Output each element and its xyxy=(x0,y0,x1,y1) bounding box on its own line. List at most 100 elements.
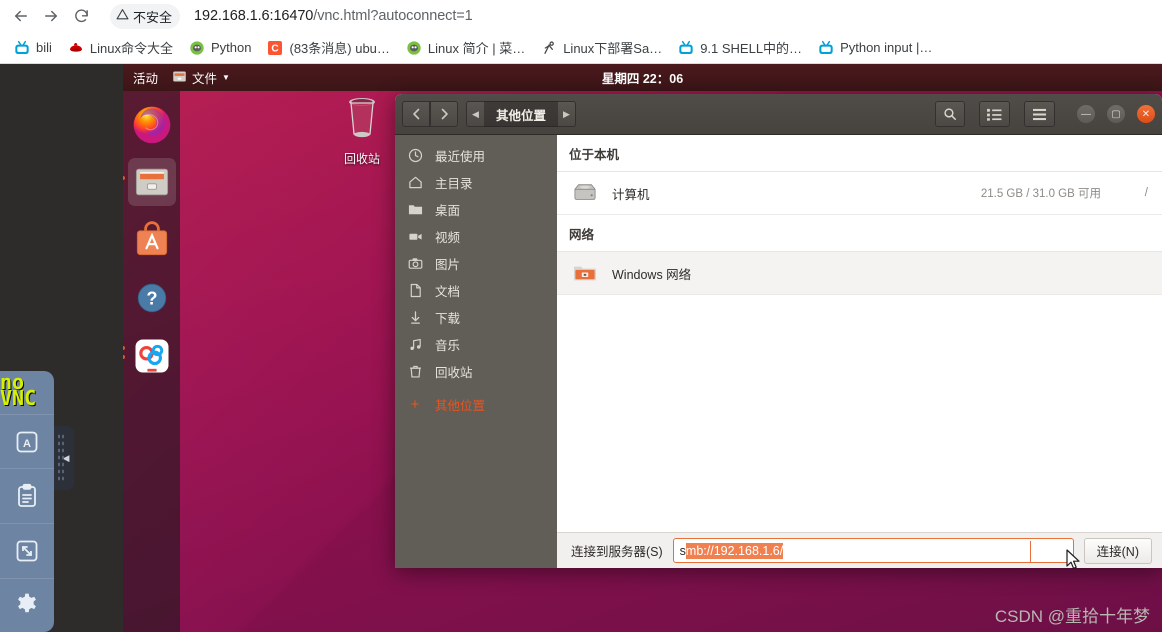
clock-text: 星期四 22：06 xyxy=(601,72,684,86)
desktop-folder-icon xyxy=(407,202,423,217)
music-icon xyxy=(407,337,423,352)
bilibili-icon xyxy=(14,40,30,56)
files-window-body: 最近使用 主目录 桌面 视频 图片 文档 下载 音乐 回收站 + 其他位置 位于… xyxy=(395,135,1162,568)
bookmark-label: (83条消息) ubu… xyxy=(289,41,390,56)
bookmark-python[interactable]: Python xyxy=(181,37,259,59)
security-status-chip[interactable]: 不安全 xyxy=(110,3,181,29)
bilibili-icon xyxy=(818,40,834,56)
maximize-icon[interactable]: ▢ xyxy=(1107,105,1125,123)
connect-button-label: 连接(N) xyxy=(1096,545,1139,559)
crumb-right-arrow-icon[interactable]: ▶ xyxy=(558,101,577,127)
fullscreen-icon[interactable] xyxy=(0,522,54,578)
help-icon: ? xyxy=(130,276,174,320)
bookmark-shell-chapter[interactable]: 9.1 SHELL中的… xyxy=(670,35,810,60)
bookmark-label: Linux 简介 | 菜… xyxy=(427,41,526,56)
files-main-pane: 位于本机 计算机 21.5 GB / 31.0 GB 可用 / 网络 Windo… xyxy=(557,135,1162,568)
table-row[interactable]: Windows 网络 xyxy=(557,252,1162,295)
download-icon xyxy=(407,310,423,325)
minimize-icon[interactable]: — xyxy=(1077,105,1095,123)
ubuntu-software-icon xyxy=(130,218,174,262)
sidebar-item-label: 图片 xyxy=(435,258,461,272)
activities-label: 活动 xyxy=(133,72,159,86)
sidebar-item-other-locations[interactable]: + 其他位置 xyxy=(395,391,557,418)
vnc-viewport[interactable]: 活动 文件 ▼ 星期四 22：06 ? 回收站 ◀ 其他位置 ▶ — ▢ ✕ 最… xyxy=(0,64,1162,632)
files-view-toggle-button[interactable] xyxy=(979,101,1010,127)
row-mount-point: / xyxy=(1144,187,1148,199)
panel-clock[interactable]: 星期四 22：06 xyxy=(123,64,1162,91)
plus-icon: + xyxy=(410,396,420,413)
home-icon xyxy=(407,175,423,190)
row-name: 计算机 xyxy=(612,187,650,202)
server-input-selection: mb://192.168.1.6/ xyxy=(685,542,784,559)
sidebar-item-desktop[interactable]: 桌面 xyxy=(395,196,557,223)
connect-to-server-label: 连接到服务器(S) xyxy=(571,545,663,559)
bookmark-csdn-article[interactable]: C (83条消息) ubu… xyxy=(259,35,397,60)
drag-dots-icon xyxy=(57,433,64,483)
dock-item-firefox[interactable] xyxy=(128,100,176,148)
ubuntu-desktop[interactable]: 活动 文件 ▼ 星期四 22：06 ? 回收站 ◀ 其他位置 ▶ — ▢ ✕ 最… xyxy=(123,64,1162,632)
clipboard-icon[interactable] xyxy=(0,468,54,523)
files-menu-button[interactable] xyxy=(1024,101,1055,127)
files-back-button[interactable] xyxy=(402,101,430,127)
sidebar-item-home[interactable]: 主目录 xyxy=(395,169,557,196)
table-row[interactable]: 计算机 21.5 GB / 31.0 GB 可用 / xyxy=(557,172,1162,215)
bookmark-bili[interactable]: bili xyxy=(6,37,60,59)
address-bar-url[interactable]: 192.168.1.6:16470/vnc.html?autoconnect=1 xyxy=(194,8,473,24)
sidebar-item-trash[interactable]: 回收站 xyxy=(395,358,557,385)
sidebar-item-label: 其他位置 xyxy=(435,399,486,413)
sidebar-item-label: 主目录 xyxy=(435,177,473,191)
novnc-logo: no VNC xyxy=(0,371,54,414)
trash-icon xyxy=(407,364,423,379)
dock-item-files[interactable] xyxy=(123,158,176,206)
files-search-button[interactable] xyxy=(935,101,965,127)
dock-item-ubuntu-software[interactable] xyxy=(128,216,176,264)
app-menu-files[interactable]: 文件 ▼ xyxy=(172,68,230,87)
desktop-icon-trash[interactable]: 回收站 xyxy=(328,94,396,167)
sidebar-item-label: 回收站 xyxy=(435,366,473,380)
sidebar-item-label: 视频 xyxy=(435,231,461,245)
sidebar-item-pictures[interactable]: 图片 xyxy=(395,250,557,277)
server-address-input[interactable]: s mb://192.168.1.6/ xyxy=(672,538,1074,563)
files-list-scroll[interactable]: 位于本机 计算机 21.5 GB / 31.0 GB 可用 / 网络 Windo… xyxy=(557,135,1162,532)
sidebar-item-recent[interactable]: 最近使用 xyxy=(395,142,557,169)
sidebar-item-documents[interactable]: 文档 xyxy=(395,277,557,304)
python-site-icon xyxy=(189,40,205,56)
keyboard-icon[interactable]: A xyxy=(0,413,54,469)
files-forward-button[interactable] xyxy=(430,101,458,127)
bookmark-python-input[interactable]: Python input |… xyxy=(810,37,940,59)
breadcrumb-current[interactable]: 其他位置 xyxy=(484,101,559,127)
bookmark-linux-commands[interactable]: Linux命令大全 xyxy=(60,35,181,60)
sidebar-item-downloads[interactable]: 下载 xyxy=(395,304,557,331)
browser-nav-bar: 不安全 192.168.1.6:16470/vnc.html?autoconne… xyxy=(0,0,1162,32)
close-icon[interactable]: ✕ xyxy=(1137,105,1155,123)
novnc-panel-handle[interactable]: ◀ xyxy=(54,426,74,490)
forward-button[interactable] xyxy=(36,2,66,30)
bookmark-label: Linux下部署Sa… xyxy=(563,41,663,56)
files-sidebar: 最近使用 主目录 桌面 视频 图片 文档 下载 音乐 回收站 + 其他位置 xyxy=(395,135,557,568)
sidebar-item-label: 最近使用 xyxy=(435,150,486,164)
dock-item-help[interactable]: ? xyxy=(128,274,176,322)
back-button[interactable] xyxy=(6,2,36,30)
bilibili-icon xyxy=(678,40,694,56)
breadcrumb-label: 其他位置 xyxy=(496,108,547,123)
activities-button[interactable]: 活动 xyxy=(133,68,158,87)
files-window-titlebar: ◀ 其他位置 ▶ — ▢ ✕ xyxy=(395,94,1162,135)
sidebar-item-videos[interactable]: 视频 xyxy=(395,223,557,250)
bookmark-linux-samba[interactable]: Linux下部署Sa… xyxy=(533,35,670,60)
bookmark-label: bili xyxy=(36,40,52,55)
row-free-space: 21.5 GB / 31.0 GB 可用 xyxy=(980,188,1101,200)
bookmark-label: Python input |… xyxy=(840,40,933,55)
connect-button[interactable]: 连接(N) xyxy=(1083,537,1152,564)
sidebar-item-music[interactable]: 音乐 xyxy=(395,331,557,358)
files-window[interactable]: ◀ 其他位置 ▶ — ▢ ✕ 最近使用 主目录 桌面 视频 图片 文档 下载 音… xyxy=(395,94,1162,568)
settings-gear-icon[interactable] xyxy=(0,577,54,632)
crumb-left-arrow-icon[interactable]: ◀ xyxy=(466,101,484,127)
bookmark-linux-intro[interactable]: Linux 简介 | 菜… xyxy=(398,35,533,60)
reload-button[interactable] xyxy=(66,2,96,30)
network-folder-icon xyxy=(571,262,599,284)
bookmark-label: Python xyxy=(211,40,252,55)
dock-item-baidu-netdisk[interactable] xyxy=(123,332,176,380)
firefox-icon xyxy=(130,102,174,146)
bookmark-label: 9.1 SHELL中的… xyxy=(700,41,803,56)
desktop-trash-label: 回收站 xyxy=(343,152,380,166)
